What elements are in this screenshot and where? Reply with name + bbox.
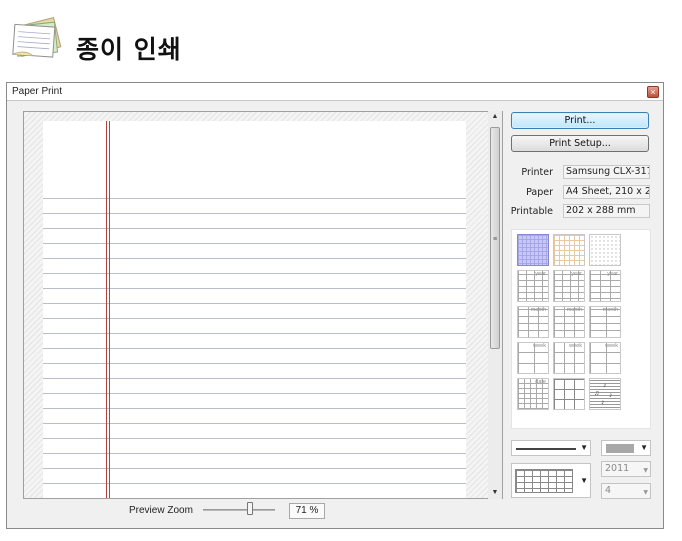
paper-sheet bbox=[43, 121, 466, 498]
window-titlebar[interactable]: Paper Print × bbox=[7, 83, 663, 101]
template-year[interactable]: year bbox=[517, 270, 549, 302]
preview-zoom-label: Preview Zoom bbox=[129, 505, 193, 516]
scroll-up-icon[interactable]: ▲ bbox=[488, 111, 502, 123]
paper-preview[interactable] bbox=[23, 111, 503, 499]
margin-line bbox=[106, 121, 107, 498]
template-month[interactable]: month bbox=[589, 306, 621, 338]
template-year[interactable]: year bbox=[553, 270, 585, 302]
scroll-down-icon[interactable]: ▼ bbox=[488, 487, 502, 499]
paper-stack-icon bbox=[12, 17, 62, 58]
zoom-value-field[interactable]: 71 % bbox=[289, 503, 325, 519]
window-title: Paper Print bbox=[12, 86, 63, 97]
music-note-icon: ♪ bbox=[601, 399, 605, 406]
line-style-select[interactable]: ▼ bbox=[511, 440, 591, 456]
chevron-down-icon: ▼ bbox=[580, 443, 588, 452]
template-week[interactable]: week bbox=[553, 342, 585, 374]
grip-icon: ≡ bbox=[493, 236, 498, 243]
template-gallery: year year year month month month week we… bbox=[511, 229, 651, 429]
music-note-icon: ♫ bbox=[594, 390, 600, 397]
template-dot-grid[interactable] bbox=[589, 234, 621, 266]
zoom-slider-thumb[interactable] bbox=[247, 502, 253, 515]
print-button[interactable]: Print... bbox=[511, 112, 649, 129]
template-week[interactable]: week bbox=[517, 342, 549, 374]
chevron-down-icon: ▼ bbox=[640, 443, 648, 452]
template-blocks[interactable] bbox=[553, 378, 585, 410]
number-combo[interactable]: 4 ▼ bbox=[601, 483, 651, 499]
music-note-icon: ♪ bbox=[603, 382, 607, 389]
margin-line bbox=[109, 121, 110, 498]
paper-label: Paper bbox=[526, 187, 553, 198]
template-month[interactable]: month bbox=[517, 306, 549, 338]
color-swatch bbox=[606, 444, 634, 453]
app-title: 종이 인쇄 bbox=[76, 35, 182, 64]
close-icon[interactable]: × bbox=[647, 86, 659, 98]
preview-scrollbar[interactable]: ▲ ≡ ▼ bbox=[488, 111, 502, 499]
template-orange-grid[interactable] bbox=[553, 234, 585, 266]
template-year[interactable]: year bbox=[589, 270, 621, 302]
print-setup-button[interactable]: Print Setup... bbox=[511, 135, 649, 152]
template-music-staff[interactable]: ♪ ♫ ♪ ♪ bbox=[589, 378, 621, 410]
app-header: 종이 인쇄 bbox=[6, 6, 306, 66]
paper-print-window: Paper Print × ▲ ≡ ▼ Preview Zoom 71 % Pr… bbox=[6, 82, 664, 529]
chevron-down-icon: ▼ bbox=[643, 489, 648, 496]
grid-layout-select[interactable]: ▼ bbox=[511, 463, 591, 498]
chevron-down-icon: ▼ bbox=[643, 467, 648, 474]
printer-label: Printer bbox=[521, 167, 553, 178]
line-color-select[interactable]: ▼ bbox=[601, 440, 651, 456]
template-blue-grid[interactable] bbox=[517, 234, 549, 266]
music-note-icon: ♪ bbox=[609, 392, 613, 399]
scroll-thumb[interactable]: ≡ bbox=[490, 127, 500, 349]
year-combo[interactable]: 2011 ▼ bbox=[601, 461, 651, 477]
line-style-sample bbox=[516, 448, 576, 450]
printer-value: Samsung CLX-3170 bbox=[563, 165, 650, 179]
chevron-down-icon: ▼ bbox=[580, 476, 588, 485]
paper-value: A4 Sheet, 210 x 29 bbox=[563, 185, 650, 199]
template-week[interactable]: week bbox=[589, 342, 621, 374]
grid-layout-preview bbox=[515, 469, 573, 493]
printable-value: 202 x 288 mm bbox=[563, 204, 650, 218]
template-date[interactable]: date bbox=[517, 378, 549, 410]
template-month[interactable]: month bbox=[553, 306, 585, 338]
printable-label: Printable bbox=[510, 206, 553, 217]
zoom-slider-track[interactable] bbox=[203, 509, 275, 511]
